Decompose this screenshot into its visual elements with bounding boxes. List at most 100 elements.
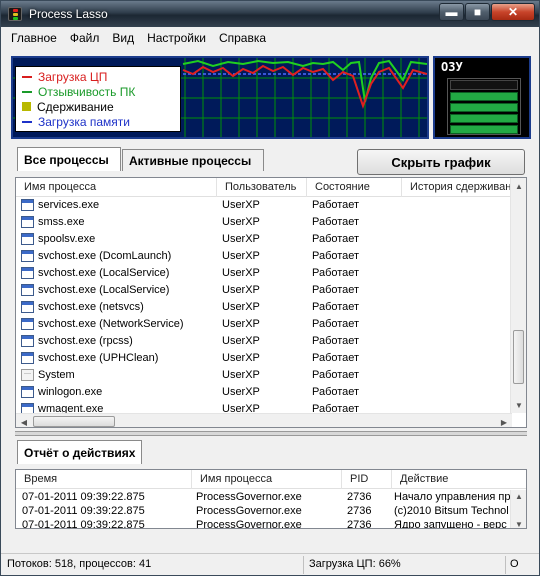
ram-bar-filled xyxy=(450,125,518,134)
process-name: smss.exe xyxy=(38,216,85,228)
table-row[interactable]: svchost.exe (DcomLaunch) UserXP Работает xyxy=(16,248,512,265)
table-row[interactable]: winlogon.exe UserXP Работает xyxy=(16,384,512,401)
tab-all-processes[interactable]: Все процессы xyxy=(17,147,121,171)
ram-bar-filled xyxy=(450,92,518,101)
hide-graph-button[interactable]: Скрыть график xyxy=(357,149,525,175)
panel-splitter[interactable] xyxy=(15,431,527,436)
process-state: Работает xyxy=(312,369,360,381)
window-icon xyxy=(21,301,34,313)
status-extra: О xyxy=(510,558,519,570)
log-action: Начало управления пр xyxy=(394,491,511,503)
process-state: Работает xyxy=(312,267,360,279)
col-time[interactable]: Время xyxy=(16,470,192,489)
process-name: svchost.exe (netsvcs) xyxy=(38,301,144,313)
table-row[interactable]: svchost.exe (rpcss) UserXP Работает xyxy=(16,333,512,350)
action-log-list[interactable]: Время Имя процесса PID Действие 07-01-20… xyxy=(15,469,527,529)
log-action: Ядро запущено - верс xyxy=(394,519,507,529)
legend-responsiveness: Отзывчивость ПК xyxy=(22,84,180,99)
ram-bar-filled xyxy=(450,103,518,112)
menu-main[interactable]: Главное xyxy=(5,28,64,48)
process-name: spoolsv.exe xyxy=(38,233,96,245)
process-name: svchost.exe (LocalService) xyxy=(38,267,170,279)
table-row[interactable]: smss.exe UserXP Работает xyxy=(16,214,512,231)
process-lasso-window: Process Lasso ▬ ■ ✕ Главное Файл Вид Нас… xyxy=(0,0,540,576)
table-row[interactable]: svchost.exe (LocalService) UserXP Работает xyxy=(16,265,512,282)
menu-file[interactable]: Файл xyxy=(64,28,107,48)
log-time: 07-01-2011 09:39:22.875 xyxy=(22,491,145,503)
log-process: ProcessGovernor.exe xyxy=(196,505,302,517)
process-state: Работает xyxy=(312,233,360,245)
process-name: svchost.exe (UPHClean) xyxy=(38,352,159,364)
process-name: services.exe xyxy=(38,199,100,211)
legend-cpu: Загрузка ЦП xyxy=(22,69,180,84)
process-state: Работает xyxy=(312,199,360,211)
status-bar: Потоков: 518, процессов: 41 Загрузка ЦП:… xyxy=(1,553,539,575)
process-user: UserXP xyxy=(222,284,260,296)
title-bar[interactable]: Process Lasso ▬ ■ ✕ xyxy=(1,1,539,27)
log-pid: 2736 xyxy=(347,505,372,517)
menu-view[interactable]: Вид xyxy=(106,28,141,48)
window-icon xyxy=(21,386,34,398)
process-hscrollbar[interactable]: ◀ ▶ xyxy=(16,413,512,427)
log-time: 07-01-2011 09:39:22.875 xyxy=(22,505,145,517)
table-row[interactable]: System UserXP Работает xyxy=(16,367,512,384)
process-user: UserXP xyxy=(222,369,260,381)
col-log-process-name[interactable]: Имя процесса xyxy=(192,470,342,489)
scroll-up-arrow-icon[interactable]: ▲ xyxy=(511,178,526,194)
process-user: UserXP xyxy=(222,386,260,398)
close-button[interactable]: ✕ xyxy=(491,3,535,21)
process-user: UserXP xyxy=(222,335,260,347)
window-icon xyxy=(21,318,34,330)
scroll-thumb[interactable] xyxy=(33,416,115,427)
process-user: UserXP xyxy=(222,199,260,211)
col-action[interactable]: Действие xyxy=(392,470,526,489)
window-icon xyxy=(21,199,34,211)
process-state: Работает xyxy=(312,301,360,313)
scroll-thumb[interactable] xyxy=(513,330,524,384)
col-user[interactable]: Пользователь xyxy=(217,178,307,197)
legend-restraint: Сдерживание xyxy=(22,99,180,114)
scroll-right-arrow-icon[interactable]: ▶ xyxy=(496,414,512,427)
log-row[interactable]: 07-01-2011 09:39:22.875 ProcessGovernor.e… xyxy=(16,490,512,504)
col-process-name[interactable]: Имя процесса xyxy=(16,178,217,197)
tab-action-log[interactable]: Отчёт о действиях xyxy=(17,440,143,464)
traffic-light-icon xyxy=(8,7,22,21)
table-row[interactable]: svchost.exe (LocalService) UserXP Работает xyxy=(16,282,512,299)
window-icon xyxy=(21,284,34,296)
maximize-button[interactable]: ■ xyxy=(465,3,490,21)
table-row[interactable]: services.exe UserXP Работает xyxy=(16,197,512,214)
table-row[interactable]: svchost.exe (UPHClean) UserXP Работает xyxy=(16,350,512,367)
log-time: 07-01-2011 09:39:22.875 xyxy=(22,519,145,529)
col-restraint-history[interactable]: История сдерживания xyxy=(402,178,526,197)
process-state: Работает xyxy=(312,335,360,347)
menu-settings[interactable]: Настройки xyxy=(141,28,213,48)
ram-bar-filled xyxy=(450,114,518,123)
process-vscrollbar[interactable]: ▲ ▼ xyxy=(510,178,526,413)
scroll-up-arrow-icon[interactable]: ▲ xyxy=(511,490,526,502)
table-row[interactable]: spoolsv.exe UserXP Работает xyxy=(16,231,512,248)
status-separator xyxy=(303,556,304,574)
table-row[interactable]: svchost.exe (netsvcs) UserXP Работает xyxy=(16,299,512,316)
legend-memory: Загрузка памяти xyxy=(22,114,180,129)
window-icon xyxy=(21,335,34,347)
log-row[interactable]: 07-01-2011 09:39:22.875 ProcessGovernor.e… xyxy=(16,518,512,529)
scroll-down-arrow-icon[interactable]: ▼ xyxy=(511,397,526,413)
log-vscrollbar[interactable]: ▲ ▼ xyxy=(510,490,526,529)
scroll-left-arrow-icon[interactable]: ◀ xyxy=(16,414,32,427)
window-icon xyxy=(21,233,34,245)
process-state: Работает xyxy=(312,284,360,296)
col-state[interactable]: Состояние xyxy=(307,178,402,197)
menu-help[interactable]: Справка xyxy=(213,28,273,48)
log-process: ProcessGovernor.exe xyxy=(196,491,302,503)
table-row[interactable]: svchost.exe (NetworkService) UserXP Работа… xyxy=(16,316,512,333)
minimize-button[interactable]: ▬ xyxy=(439,3,464,21)
process-list[interactable]: Имя процесса Пользователь Состояние Исто… xyxy=(15,177,527,428)
scroll-down-arrow-icon[interactable]: ▼ xyxy=(511,518,526,529)
tab-active-processes[interactable]: Активные процессы xyxy=(122,149,264,171)
process-user: UserXP xyxy=(222,216,260,228)
log-row[interactable]: 07-01-2011 09:39:22.875 ProcessGovernor.e… xyxy=(16,504,512,518)
process-user: UserXP xyxy=(222,301,260,313)
log-header: Время Имя процесса PID Действие xyxy=(16,470,526,489)
window-icon xyxy=(21,216,34,228)
col-pid[interactable]: PID xyxy=(342,470,392,489)
